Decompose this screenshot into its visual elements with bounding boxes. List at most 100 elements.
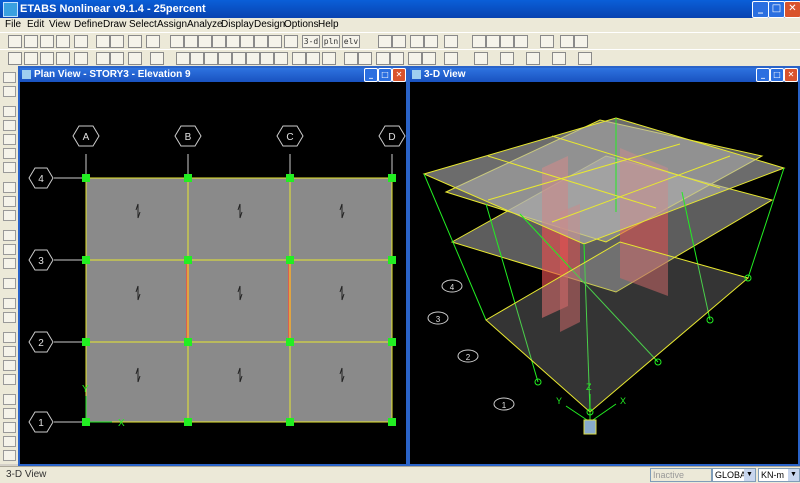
frame-design-icon[interactable] bbox=[578, 52, 592, 65]
assign-frame-load-icon[interactable] bbox=[306, 52, 320, 65]
draw-wall-quick-icon[interactable] bbox=[3, 244, 16, 255]
reshaper-icon[interactable] bbox=[3, 86, 16, 97]
reshape-icon[interactable] bbox=[24, 52, 38, 65]
menu-assign[interactable]: Assign bbox=[157, 19, 187, 30]
move-up-icon[interactable] bbox=[378, 35, 392, 48]
snap-perpendicular-icon[interactable] bbox=[3, 436, 16, 447]
draw-rect-area-icon[interactable] bbox=[3, 196, 16, 207]
3d-view-window[interactable]: 3-D View _ □ ✕ 4 3 2 1 X Y Z bbox=[408, 66, 800, 466]
assign-diaphragm-icon[interactable] bbox=[232, 52, 246, 65]
print-setup-icon[interactable] bbox=[74, 35, 88, 48]
refresh-icon[interactable] bbox=[184, 35, 198, 48]
zoom-window-icon[interactable] bbox=[212, 35, 226, 48]
draw-area-icon[interactable] bbox=[74, 52, 88, 65]
floor-slab[interactable] bbox=[86, 178, 392, 422]
assign-joint-load-icon[interactable] bbox=[292, 52, 306, 65]
menu-define[interactable]: Define bbox=[74, 19, 103, 30]
show-deformed-icon[interactable] bbox=[376, 52, 390, 65]
close-button[interactable]: ✕ bbox=[784, 1, 800, 18]
draw-opening-icon[interactable] bbox=[3, 258, 16, 269]
draw-point-tool-icon[interactable] bbox=[3, 106, 16, 117]
section-designer-icon[interactable] bbox=[552, 52, 566, 65]
print-icon[interactable] bbox=[56, 35, 70, 48]
move-down-icon[interactable] bbox=[392, 35, 406, 48]
plan-view-canvas[interactable]: A B C D 4 3 2 1 X Y bbox=[20, 82, 406, 464]
draw-beam-icon[interactable] bbox=[110, 52, 124, 65]
run-analysis-icon[interactable] bbox=[170, 35, 184, 48]
display-settings-icon[interactable] bbox=[500, 52, 514, 65]
show-undeformed-icon[interactable] bbox=[344, 52, 358, 65]
assign-area-section-icon[interactable] bbox=[260, 52, 274, 65]
menu-view[interactable]: View bbox=[49, 19, 71, 30]
select-all-tool-icon[interactable] bbox=[3, 346, 16, 357]
plan-view-window[interactable]: Plan View - STORY3 - Elevation 9 _ □ ✕ A… bbox=[18, 66, 408, 466]
concrete-design-icon[interactable] bbox=[574, 35, 588, 48]
units-select[interactable]: KN-m ▼ bbox=[758, 468, 800, 482]
restore-view-icon[interactable] bbox=[284, 35, 298, 48]
draw-reference-point-icon[interactable] bbox=[3, 312, 16, 323]
redo-icon[interactable] bbox=[110, 35, 124, 48]
3d-maximize-button[interactable]: □ bbox=[770, 68, 784, 82]
chevron-down-icon[interactable]: ▼ bbox=[788, 469, 799, 481]
design-bolt-icon[interactable] bbox=[540, 35, 554, 48]
zoom-previous-icon[interactable] bbox=[268, 35, 282, 48]
set-building-view-icon[interactable] bbox=[424, 35, 438, 48]
pencil-icon[interactable] bbox=[128, 35, 142, 48]
draw-point-icon[interactable] bbox=[40, 52, 54, 65]
forces-icon[interactable] bbox=[500, 35, 514, 48]
clear-selection-icon[interactable] bbox=[204, 52, 218, 65]
maximize-button[interactable]: □ bbox=[768, 1, 785, 18]
draw-floor-tool-icon[interactable] bbox=[3, 182, 16, 193]
assign-pier-icon[interactable] bbox=[274, 52, 288, 65]
menu-draw[interactable]: Draw bbox=[103, 19, 126, 30]
story-data-icon[interactable] bbox=[526, 52, 540, 65]
clear-select-icon[interactable] bbox=[3, 374, 16, 385]
show-tables-icon[interactable] bbox=[444, 52, 458, 65]
zoom-in-icon[interactable] bbox=[226, 35, 240, 48]
select-previous-icon[interactable] bbox=[190, 52, 204, 65]
minimize-button[interactable]: _ bbox=[752, 1, 769, 18]
menu-edit[interactable]: Edit bbox=[27, 19, 44, 30]
draw-line-icon[interactable] bbox=[56, 52, 70, 65]
get-previous-icon[interactable] bbox=[3, 360, 16, 371]
text-section-icon[interactable] bbox=[474, 52, 488, 65]
object-shrink-icon[interactable] bbox=[444, 35, 458, 48]
select-pointer-icon[interactable] bbox=[3, 332, 16, 343]
lock-icon[interactable] bbox=[146, 35, 160, 48]
draw-wall-tool-icon[interactable] bbox=[3, 230, 16, 241]
zoom-full-icon[interactable] bbox=[254, 35, 268, 48]
menu-analyze[interactable]: Analyze bbox=[187, 19, 223, 30]
show-mode-icon[interactable] bbox=[390, 52, 404, 65]
draw-column-tool-icon[interactable] bbox=[3, 148, 16, 159]
set-display-options-icon[interactable] bbox=[410, 35, 424, 48]
assign-restraint-icon[interactable] bbox=[218, 52, 232, 65]
deformed-shape-icon[interactable] bbox=[486, 35, 500, 48]
snap-intersect-icon[interactable] bbox=[3, 422, 16, 433]
draw-section-cut-icon[interactable] bbox=[3, 298, 16, 309]
draw-wall-icon[interactable] bbox=[150, 52, 164, 65]
3d-close-button[interactable]: ✕ bbox=[784, 68, 798, 82]
draw-brace-tool-icon[interactable] bbox=[3, 162, 16, 173]
pointer-icon[interactable] bbox=[3, 72, 16, 83]
elevation-view-button[interactable]: elv bbox=[342, 35, 360, 48]
draw-dimension-icon[interactable] bbox=[3, 278, 16, 289]
draw-column-icon[interactable] bbox=[96, 52, 110, 65]
menu-options[interactable]: Options bbox=[284, 19, 318, 30]
plan-minimize-button[interactable]: _ bbox=[364, 68, 378, 82]
draw-brace-icon[interactable] bbox=[128, 52, 142, 65]
menu-design[interactable]: Design bbox=[254, 19, 285, 30]
stress-icon[interactable] bbox=[514, 35, 528, 48]
menu-select[interactable]: Select bbox=[129, 19, 157, 30]
view-3d-button[interactable]: 3-d bbox=[302, 35, 320, 48]
new-model-icon[interactable] bbox=[8, 35, 22, 48]
etabs-app-icon[interactable] bbox=[3, 2, 18, 17]
save-icon[interactable] bbox=[40, 35, 54, 48]
open-icon[interactable] bbox=[24, 35, 38, 48]
plan-view-button[interactable]: pln bbox=[322, 35, 340, 48]
draw-frame-tool-icon[interactable] bbox=[3, 120, 16, 131]
undo-icon[interactable] bbox=[96, 35, 110, 48]
show-loads-icon[interactable] bbox=[358, 52, 372, 65]
3d-view-canvas[interactable]: 4 3 2 1 X Y Z bbox=[410, 82, 798, 464]
draw-beam-tool-icon[interactable] bbox=[3, 134, 16, 145]
show-member-forces-icon[interactable] bbox=[408, 52, 422, 65]
